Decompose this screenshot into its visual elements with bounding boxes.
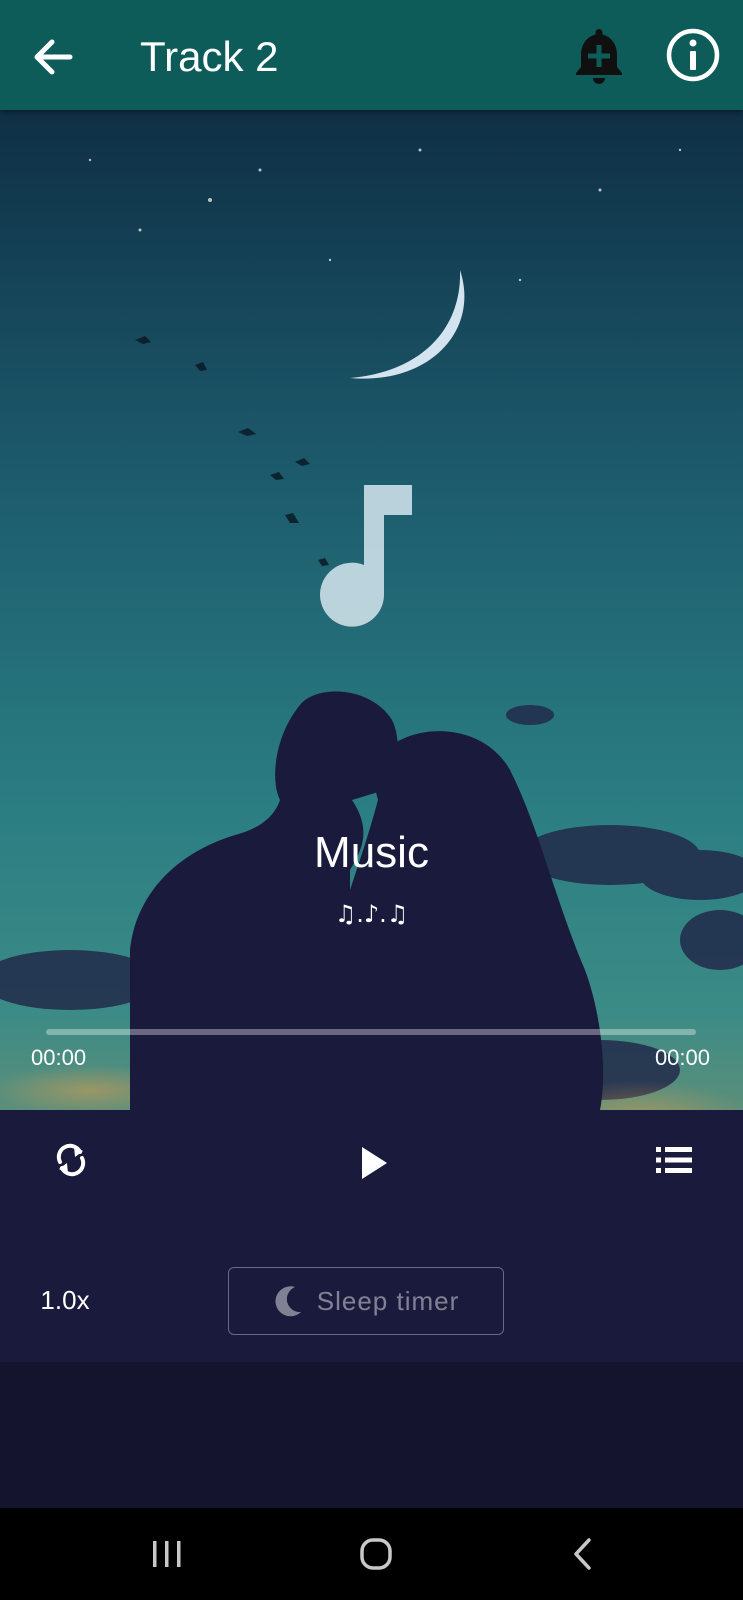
seek-track (46, 1029, 696, 1035)
system-navigation-bar (0, 1508, 743, 1600)
music-note-icon (320, 485, 412, 627)
sleep-timer-button[interactable]: Sleep timer (228, 1267, 504, 1335)
home-button[interactable] (341, 1524, 411, 1584)
bell-plus-icon (576, 29, 622, 84)
seek-bar[interactable] (46, 1020, 696, 1044)
page-title: Track 2 (140, 33, 279, 80)
playlist-button[interactable] (648, 1135, 700, 1185)
back-button[interactable] (26, 30, 80, 84)
recents-icon (153, 1541, 181, 1567)
add-alarm-button[interactable] (568, 24, 630, 86)
repeat-button[interactable] (46, 1135, 96, 1185)
repeat-icon (56, 1143, 86, 1177)
total-duration: 00:00 (654, 1045, 710, 1070)
info-button[interactable] (662, 24, 724, 86)
back-chevron-icon (574, 1538, 591, 1570)
playback-speed-button[interactable]: 1.0x (30, 1280, 100, 1320)
home-icon (360, 1538, 392, 1570)
song-subtitle: ♫.♪.♫ (334, 900, 409, 928)
song-title: Music (314, 828, 429, 877)
sleep-timer-label: Sleep timer (316, 1285, 460, 1316)
list-icon (656, 1147, 692, 1173)
info-circle-icon (666, 28, 720, 82)
moon-icon (275, 1286, 301, 1317)
system-back-button[interactable] (548, 1524, 618, 1584)
play-icon (362, 1147, 387, 1179)
app-bar: Track 2 (0, 0, 743, 110)
recents-button[interactable] (132, 1524, 202, 1584)
play-button[interactable] (346, 1135, 402, 1191)
arrow-left-icon (34, 39, 73, 75)
elapsed-time: 00:00 (31, 1045, 87, 1070)
